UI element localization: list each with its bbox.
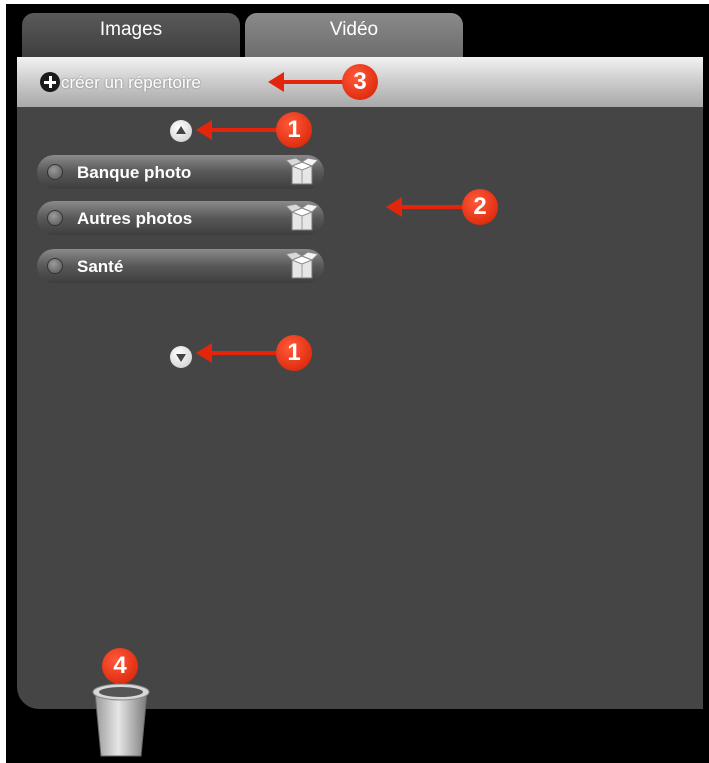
callout-number: 1 (287, 339, 301, 366)
folder-label: Banque photo (77, 163, 192, 182)
callout-marker: 1 (276, 335, 312, 371)
scroll-down-button[interactable] (170, 346, 192, 368)
callout-marker: 2 (462, 189, 498, 225)
callout-marker: 1 (276, 112, 312, 148)
tab-images-label: Images (99, 19, 163, 40)
tab-images[interactable]: Images (22, 13, 240, 61)
create-folder-label: créer un répertoire (61, 73, 201, 92)
plus-circle-icon (40, 72, 60, 92)
folder-label: Autres photos (77, 209, 193, 228)
scroll-up-button[interactable] (170, 120, 192, 142)
box-icon (284, 251, 320, 279)
folder-item[interactable]: Banque photo (37, 155, 324, 189)
folder-item[interactable]: Autres photos (37, 201, 324, 235)
callout-arrow (386, 197, 466, 217)
box-icon (284, 157, 320, 185)
box-icon (284, 203, 320, 231)
folder-bullet-icon[interactable] (47, 258, 63, 274)
callout-number: 3 (353, 68, 367, 95)
folder-label: Santé (77, 257, 124, 276)
trash-icon[interactable] (89, 676, 153, 760)
callout-number: 2 (473, 193, 487, 220)
tab-video-label: Vidéo (329, 19, 379, 40)
callout-number: 1 (287, 116, 301, 143)
callout-arrow (196, 120, 280, 140)
callout-marker: 3 (342, 64, 378, 100)
folder-item[interactable]: Santé (37, 249, 324, 283)
callout-number: 4 (113, 652, 127, 679)
folder-bullet-icon[interactable] (47, 164, 63, 180)
callout-arrow (268, 72, 346, 92)
folder-bullet-icon[interactable] (47, 210, 63, 226)
callout-arrow (196, 343, 280, 363)
tab-video[interactable]: Vidéo (245, 13, 463, 61)
callout-marker: 4 (102, 648, 138, 684)
